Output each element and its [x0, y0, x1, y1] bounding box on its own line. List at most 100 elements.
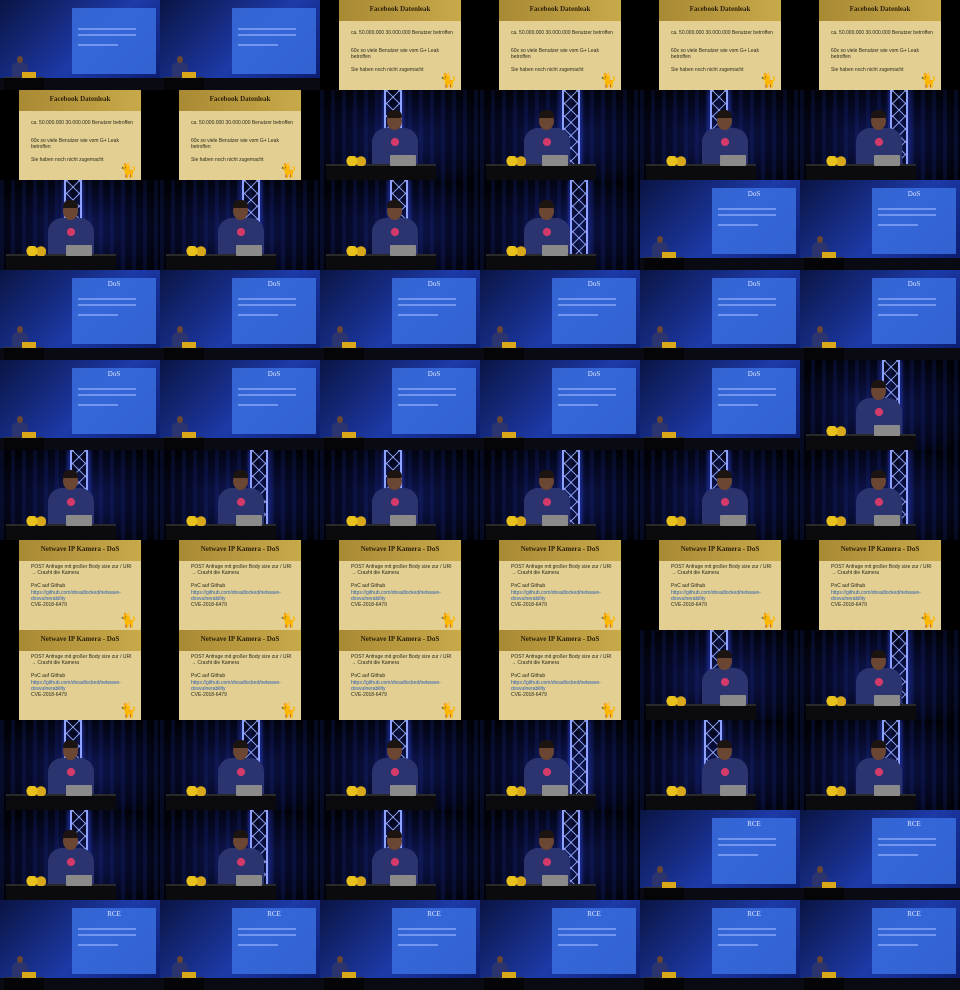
- speaker-hair: [717, 740, 732, 748]
- slide-text-line: [398, 944, 438, 946]
- video-frame: DoS: [0, 270, 160, 360]
- slide-bullet: POST Anfrage mit großer Body size zur / …: [31, 564, 132, 576]
- laptop: [720, 785, 746, 796]
- podium: [804, 347, 844, 360]
- laptop: [874, 425, 900, 436]
- laptop: [236, 875, 262, 886]
- cat-icon: 🐈: [439, 612, 457, 628]
- desk-toys: [26, 516, 46, 526]
- video-frame: [640, 630, 800, 720]
- slide-text-line: [238, 394, 296, 396]
- slide-text-line: [878, 314, 918, 316]
- shirt-print: [873, 676, 885, 688]
- slide-bullet: CVE-2018-6479: [31, 692, 67, 698]
- laptop: [874, 785, 900, 796]
- desk-toys: [186, 516, 206, 526]
- slide-text-line: [558, 404, 598, 406]
- slide-text-line: [238, 44, 278, 46]
- video-frame: [320, 810, 480, 900]
- speaker-head: [177, 956, 183, 963]
- laptop: [182, 972, 196, 978]
- shirt-print: [389, 766, 401, 778]
- slide-bullet: POST Anfrage mit großer Body size zur / …: [31, 654, 132, 666]
- slide-bullet: CVE-2018-6479: [351, 692, 387, 698]
- speaker-head: [657, 956, 663, 963]
- cat-icon: 🐈: [119, 702, 137, 718]
- slide-bullet: POST Anfrage mit großer Body size zur / …: [511, 564, 612, 576]
- slide-bullet: POST Anfrage mit großer Body size zur / …: [191, 654, 292, 666]
- speaker-hair: [63, 740, 78, 748]
- laptop: [342, 342, 356, 348]
- video-frame: [0, 450, 160, 540]
- podium: [804, 887, 844, 900]
- desk-toys: [826, 696, 846, 706]
- speaker-head: [657, 326, 663, 333]
- slide-text-line: [78, 404, 118, 406]
- slide-title: DoS: [107, 370, 121, 378]
- podium: [804, 977, 844, 990]
- laptop: [236, 245, 262, 256]
- slide-text-line: [398, 388, 456, 390]
- speaker-head: [657, 236, 663, 243]
- desk-toys: [506, 156, 526, 166]
- slide-title: DoS: [267, 280, 281, 288]
- slide-text-line: [238, 34, 296, 36]
- video-frame: Facebook Datenleak ca. 50.000.000 30.000.…: [179, 90, 301, 180]
- slide-title: Netwave IP Kamera - DoS: [360, 635, 440, 643]
- slide-bullet: 60x so viele Benutzer wie vom G+ Leak be…: [31, 138, 119, 150]
- speaker-head: [17, 326, 23, 333]
- desk-toys: [666, 156, 686, 166]
- speaker-head: [497, 326, 503, 333]
- video-frame: Facebook Datenleak ca. 50.000.000 30.000.…: [819, 0, 941, 90]
- laptop: [390, 155, 416, 166]
- podium: [166, 524, 276, 540]
- slide-bullet: CVE-2018-6479: [511, 692, 547, 698]
- speaker-head: [657, 416, 663, 423]
- speaker-head: [817, 866, 823, 873]
- slide-text-line: [398, 928, 456, 930]
- podium: [326, 884, 436, 900]
- podium: [164, 347, 204, 360]
- speaker-hair: [717, 110, 732, 118]
- slide-text-line: [558, 388, 616, 390]
- speaker-hair: [871, 650, 886, 658]
- video-frame: DoS: [640, 180, 800, 270]
- slide-text-line: [558, 298, 616, 300]
- slide-bullet: PoC auf Github: [671, 583, 706, 589]
- slide-text-line: [238, 934, 296, 936]
- slide-text-line: [878, 944, 918, 946]
- video-frame: DoS: [640, 270, 800, 360]
- speaker-hair: [717, 650, 732, 658]
- slide-bullet: 60x so viele Benutzer wie vom G+ Leak be…: [191, 138, 279, 150]
- shirt-print: [719, 676, 731, 688]
- contact-sheet-grid: Facebook Datenleak ca. 50.000.000 30.000.…: [0, 0, 960, 990]
- video-frame: Netwave IP Kamera - DoS POST Anfrage mit …: [819, 540, 941, 630]
- podium: [806, 434, 916, 450]
- video-frame: RCE: [800, 810, 960, 900]
- slide-bullet: https://github.com/dreadlocked/netwave-d…: [351, 680, 441, 692]
- laptop: [182, 72, 196, 78]
- podium: [804, 257, 844, 270]
- slide-title: Netwave IP Kamera - DoS: [520, 545, 600, 553]
- desk-toys: [826, 516, 846, 526]
- video-frame: RCE: [800, 900, 960, 990]
- laptop: [874, 155, 900, 166]
- slide-text-line: [718, 404, 758, 406]
- speaker-head: [497, 956, 503, 963]
- video-frame: DoS: [800, 180, 960, 270]
- podium: [4, 437, 44, 450]
- shirt-print: [389, 136, 401, 148]
- slide-bullet: ca. 50.000.000 30.000.000 Benutzer betro…: [671, 30, 773, 36]
- laptop: [22, 432, 36, 438]
- speaker-head: [337, 416, 343, 423]
- slide-title: Netwave IP Kamera - DoS: [360, 545, 440, 553]
- slide-title: Netwave IP Kamera - DoS: [40, 635, 120, 643]
- podium: [324, 437, 364, 450]
- desk-toys: [506, 516, 526, 526]
- slide-text-line: [238, 404, 278, 406]
- laptop: [874, 695, 900, 706]
- laptop: [66, 785, 92, 796]
- slide-bullet: PoC auf Github: [511, 583, 546, 589]
- podium: [4, 347, 44, 360]
- slide-bullet: PoC auf Github: [191, 673, 226, 679]
